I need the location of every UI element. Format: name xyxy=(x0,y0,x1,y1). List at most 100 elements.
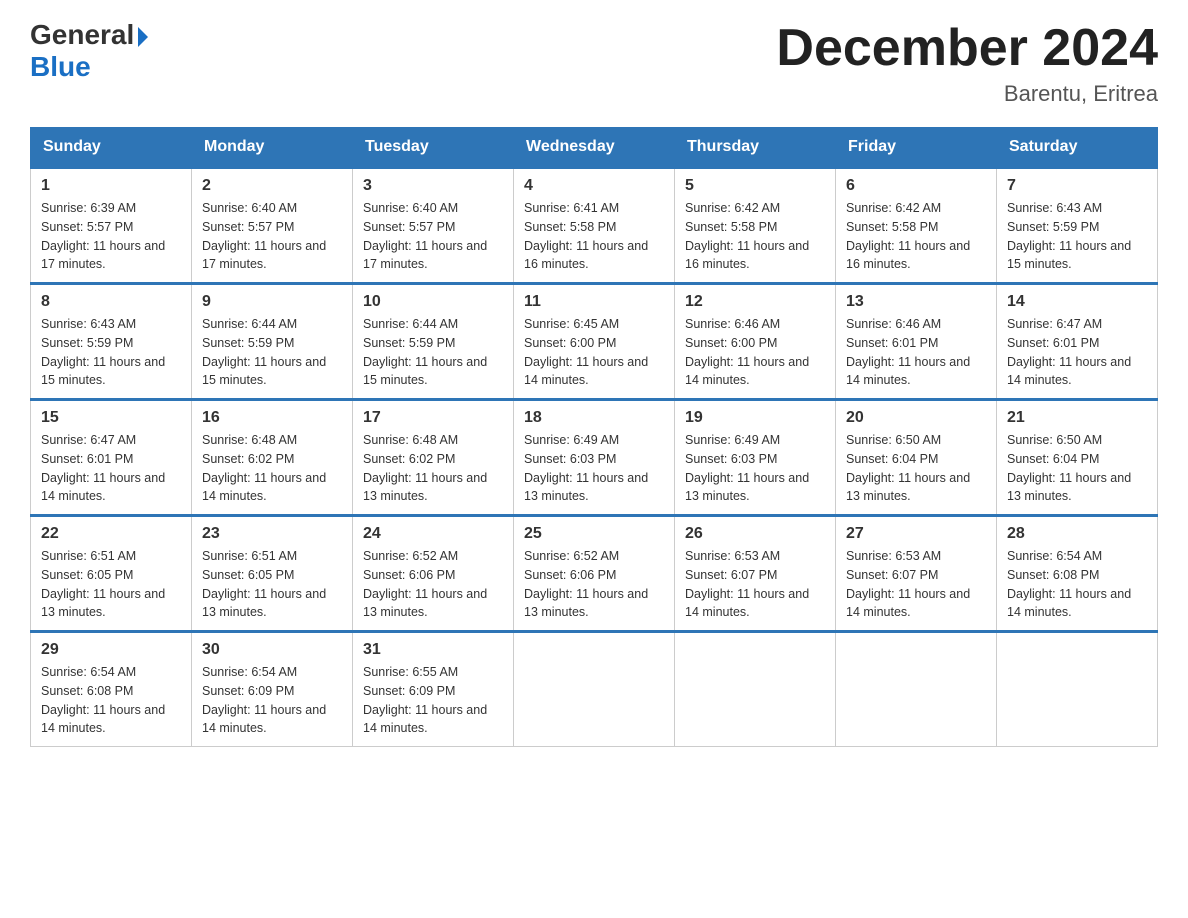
calendar-day-cell: 24 Sunrise: 6:52 AM Sunset: 6:06 PM Dayl… xyxy=(353,516,514,632)
calendar-day-cell: 8 Sunrise: 6:43 AM Sunset: 5:59 PM Dayli… xyxy=(31,284,192,400)
calendar-day-cell: 14 Sunrise: 6:47 AM Sunset: 6:01 PM Dayl… xyxy=(997,284,1158,400)
calendar-day-cell: 15 Sunrise: 6:47 AM Sunset: 6:01 PM Dayl… xyxy=(31,400,192,516)
day-number: 1 xyxy=(41,177,181,195)
day-info: Sunrise: 6:52 AM Sunset: 6:06 PM Dayligh… xyxy=(363,547,503,622)
day-info: Sunrise: 6:51 AM Sunset: 6:05 PM Dayligh… xyxy=(41,547,181,622)
calendar-day-cell: 19 Sunrise: 6:49 AM Sunset: 6:03 PM Dayl… xyxy=(675,400,836,516)
day-number: 20 xyxy=(846,409,986,427)
calendar-body: 1 Sunrise: 6:39 AM Sunset: 5:57 PM Dayli… xyxy=(31,168,1158,747)
calendar-day-cell: 9 Sunrise: 6:44 AM Sunset: 5:59 PM Dayli… xyxy=(192,284,353,400)
day-number: 12 xyxy=(685,293,825,311)
day-number: 2 xyxy=(202,177,342,195)
day-info: Sunrise: 6:48 AM Sunset: 6:02 PM Dayligh… xyxy=(363,431,503,506)
calendar-table: SundayMondayTuesdayWednesdayThursdayFrid… xyxy=(30,127,1158,747)
day-info: Sunrise: 6:50 AM Sunset: 6:04 PM Dayligh… xyxy=(846,431,986,506)
calendar-week-row: 29 Sunrise: 6:54 AM Sunset: 6:08 PM Dayl… xyxy=(31,632,1158,747)
day-info: Sunrise: 6:53 AM Sunset: 6:07 PM Dayligh… xyxy=(846,547,986,622)
day-number: 19 xyxy=(685,409,825,427)
day-info: Sunrise: 6:41 AM Sunset: 5:58 PM Dayligh… xyxy=(524,199,664,274)
day-info: Sunrise: 6:45 AM Sunset: 6:00 PM Dayligh… xyxy=(524,315,664,390)
day-number: 27 xyxy=(846,525,986,543)
day-info: Sunrise: 6:46 AM Sunset: 6:01 PM Dayligh… xyxy=(846,315,986,390)
calendar-week-row: 22 Sunrise: 6:51 AM Sunset: 6:05 PM Dayl… xyxy=(31,516,1158,632)
day-info: Sunrise: 6:47 AM Sunset: 6:01 PM Dayligh… xyxy=(1007,315,1147,390)
day-info: Sunrise: 6:48 AM Sunset: 6:02 PM Dayligh… xyxy=(202,431,342,506)
day-of-week-header: Sunday xyxy=(31,128,192,168)
day-number: 10 xyxy=(363,293,503,311)
calendar-day-cell: 13 Sunrise: 6:46 AM Sunset: 6:01 PM Dayl… xyxy=(836,284,997,400)
day-number: 31 xyxy=(363,641,503,659)
calendar-day-cell: 7 Sunrise: 6:43 AM Sunset: 5:59 PM Dayli… xyxy=(997,168,1158,284)
day-info: Sunrise: 6:53 AM Sunset: 6:07 PM Dayligh… xyxy=(685,547,825,622)
day-number: 15 xyxy=(41,409,181,427)
calendar-day-cell: 29 Sunrise: 6:54 AM Sunset: 6:08 PM Dayl… xyxy=(31,632,192,747)
day-of-week-header: Tuesday xyxy=(353,128,514,168)
month-title: December 2024 xyxy=(776,20,1158,77)
day-number: 5 xyxy=(685,177,825,195)
calendar-day-cell: 30 Sunrise: 6:54 AM Sunset: 6:09 PM Dayl… xyxy=(192,632,353,747)
logo-blue-text: Blue xyxy=(30,51,91,82)
day-info: Sunrise: 6:40 AM Sunset: 5:57 PM Dayligh… xyxy=(363,199,503,274)
logo: General Blue xyxy=(30,20,148,83)
day-info: Sunrise: 6:50 AM Sunset: 6:04 PM Dayligh… xyxy=(1007,431,1147,506)
day-info: Sunrise: 6:44 AM Sunset: 5:59 PM Dayligh… xyxy=(363,315,503,390)
calendar-day-cell: 20 Sunrise: 6:50 AM Sunset: 6:04 PM Dayl… xyxy=(836,400,997,516)
day-number: 8 xyxy=(41,293,181,311)
location: Barentu, Eritrea xyxy=(776,81,1158,107)
day-of-week-header: Wednesday xyxy=(514,128,675,168)
day-info: Sunrise: 6:43 AM Sunset: 5:59 PM Dayligh… xyxy=(41,315,181,390)
title-block: December 2024 Barentu, Eritrea xyxy=(776,20,1158,107)
calendar-day-cell: 25 Sunrise: 6:52 AM Sunset: 6:06 PM Dayl… xyxy=(514,516,675,632)
day-number: 29 xyxy=(41,641,181,659)
calendar-day-cell: 18 Sunrise: 6:49 AM Sunset: 6:03 PM Dayl… xyxy=(514,400,675,516)
calendar-day-cell: 11 Sunrise: 6:45 AM Sunset: 6:00 PM Dayl… xyxy=(514,284,675,400)
calendar-day-cell: 23 Sunrise: 6:51 AM Sunset: 6:05 PM Dayl… xyxy=(192,516,353,632)
calendar-day-cell: 26 Sunrise: 6:53 AM Sunset: 6:07 PM Dayl… xyxy=(675,516,836,632)
day-info: Sunrise: 6:46 AM Sunset: 6:00 PM Dayligh… xyxy=(685,315,825,390)
day-info: Sunrise: 6:49 AM Sunset: 6:03 PM Dayligh… xyxy=(685,431,825,506)
day-info: Sunrise: 6:40 AM Sunset: 5:57 PM Dayligh… xyxy=(202,199,342,274)
day-info: Sunrise: 6:42 AM Sunset: 5:58 PM Dayligh… xyxy=(685,199,825,274)
day-info: Sunrise: 6:42 AM Sunset: 5:58 PM Dayligh… xyxy=(846,199,986,274)
calendar-header: SundayMondayTuesdayWednesdayThursdayFrid… xyxy=(31,128,1158,168)
day-of-week-header: Saturday xyxy=(997,128,1158,168)
calendar-week-row: 15 Sunrise: 6:47 AM Sunset: 6:01 PM Dayl… xyxy=(31,400,1158,516)
day-of-week-header: Monday xyxy=(192,128,353,168)
day-number: 9 xyxy=(202,293,342,311)
calendar-day-cell: 21 Sunrise: 6:50 AM Sunset: 6:04 PM Dayl… xyxy=(997,400,1158,516)
day-number: 25 xyxy=(524,525,664,543)
calendar-day-cell xyxy=(836,632,997,747)
calendar-day-cell: 12 Sunrise: 6:46 AM Sunset: 6:00 PM Dayl… xyxy=(675,284,836,400)
day-info: Sunrise: 6:39 AM Sunset: 5:57 PM Dayligh… xyxy=(41,199,181,274)
day-number: 17 xyxy=(363,409,503,427)
day-of-week-header: Thursday xyxy=(675,128,836,168)
calendar-day-cell: 31 Sunrise: 6:55 AM Sunset: 6:09 PM Dayl… xyxy=(353,632,514,747)
calendar-day-cell xyxy=(675,632,836,747)
day-number: 16 xyxy=(202,409,342,427)
day-number: 7 xyxy=(1007,177,1147,195)
day-number: 11 xyxy=(524,293,664,311)
calendar-day-cell: 27 Sunrise: 6:53 AM Sunset: 6:07 PM Dayl… xyxy=(836,516,997,632)
day-number: 30 xyxy=(202,641,342,659)
day-number: 14 xyxy=(1007,293,1147,311)
day-number: 26 xyxy=(685,525,825,543)
logo-text: General xyxy=(30,20,148,51)
calendar-week-row: 1 Sunrise: 6:39 AM Sunset: 5:57 PM Dayli… xyxy=(31,168,1158,284)
calendar-day-cell: 22 Sunrise: 6:51 AM Sunset: 6:05 PM Dayl… xyxy=(31,516,192,632)
page-header: General Blue December 2024 Barentu, Erit… xyxy=(30,20,1158,107)
day-of-week-header: Friday xyxy=(836,128,997,168)
day-number: 6 xyxy=(846,177,986,195)
day-number: 3 xyxy=(363,177,503,195)
calendar-day-cell xyxy=(997,632,1158,747)
day-number: 18 xyxy=(524,409,664,427)
calendar-day-cell: 6 Sunrise: 6:42 AM Sunset: 5:58 PM Dayli… xyxy=(836,168,997,284)
calendar-day-cell: 5 Sunrise: 6:42 AM Sunset: 5:58 PM Dayli… xyxy=(675,168,836,284)
day-number: 22 xyxy=(41,525,181,543)
day-info: Sunrise: 6:54 AM Sunset: 6:08 PM Dayligh… xyxy=(41,663,181,738)
logo-arrow-icon xyxy=(138,27,148,47)
day-info: Sunrise: 6:54 AM Sunset: 6:08 PM Dayligh… xyxy=(1007,547,1147,622)
calendar-day-cell: 10 Sunrise: 6:44 AM Sunset: 5:59 PM Dayl… xyxy=(353,284,514,400)
calendar-day-cell: 4 Sunrise: 6:41 AM Sunset: 5:58 PM Dayli… xyxy=(514,168,675,284)
calendar-day-cell xyxy=(514,632,675,747)
calendar-week-row: 8 Sunrise: 6:43 AM Sunset: 5:59 PM Dayli… xyxy=(31,284,1158,400)
